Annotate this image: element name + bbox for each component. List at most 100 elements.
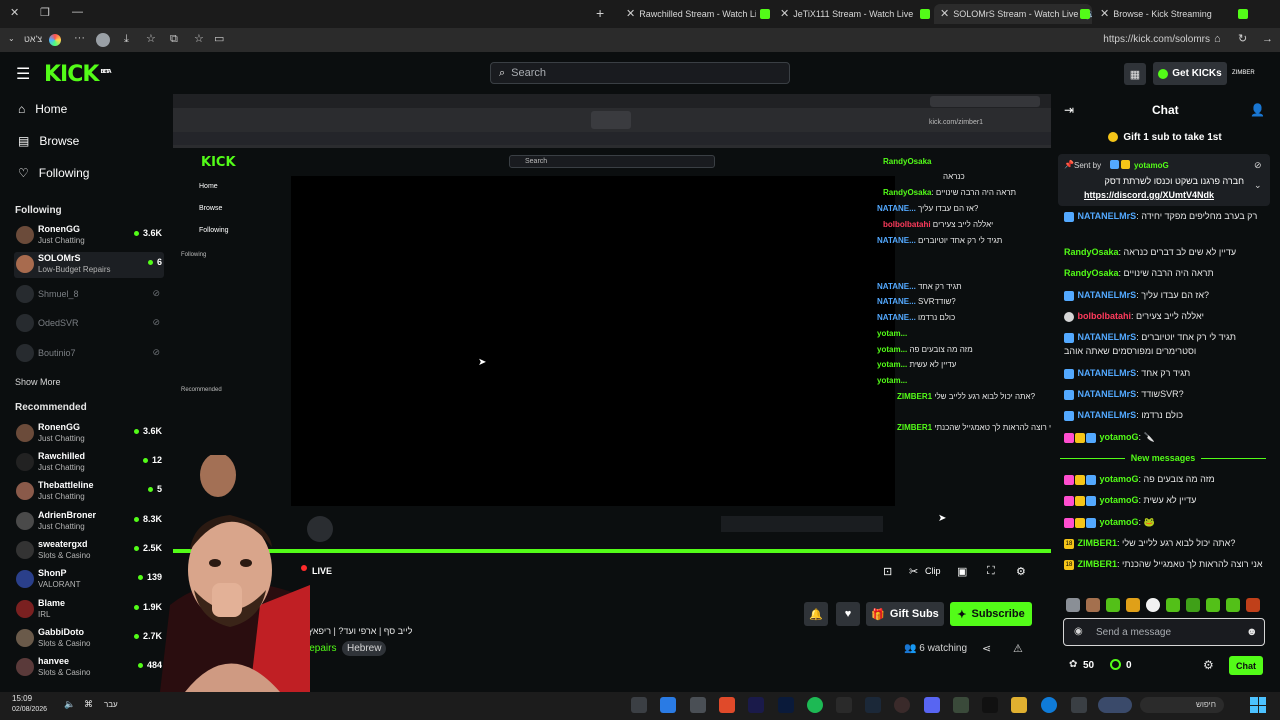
more-icon[interactable]: ··· [74,33,85,44]
task-view-icon[interactable] [1071,697,1087,713]
collapse-chat-icon[interactable]: ⇥ [1064,103,1074,117]
new-messages-divider[interactable]: New messages [1060,451,1267,465]
nav-following[interactable]: ♡ Following [18,166,89,180]
channel-item[interactable]: ShonP VALORANT 139 [14,567,164,593]
clock-time[interactable]: 15:09 [12,694,32,703]
restore-window-icon[interactable]: ❐ [40,8,50,19]
channel-item[interactable]: sweatergxd Slots & Casino 2.5K [14,538,164,564]
share-icon[interactable]: ⋖ [982,642,991,655]
channel-item[interactable]: Rawchilled Just Chatting 12 [14,450,164,476]
nav-browse[interactable]: ▤ Browse [18,134,79,148]
favorites-icon[interactable]: ☆ [146,34,156,45]
channel-points-icon[interactable]: ✿ [1069,659,1077,670]
close-window-icon[interactable]: ✕ [10,8,19,19]
taskbar-search[interactable]: חיפוש [1140,697,1224,713]
channel-item[interactable]: Thebattleline Just Chatting 5 [14,479,164,505]
gift-subs-button[interactable]: 🎁 Gift Subs [866,602,944,626]
nav-home[interactable]: ⌂ Home [18,102,67,116]
emote-icon[interactable] [1226,598,1240,612]
unpin-icon[interactable]: ⊘ [1254,160,1262,171]
tiktok-icon[interactable] [982,697,998,713]
channel-item[interactable]: AdrienBroner Just Chatting 8.3K [14,509,164,535]
premiere-icon[interactable] [748,697,764,713]
emote-icon[interactable] [1066,598,1080,612]
channel-item[interactable]: hanvee Slots & Casino 484 [14,655,164,681]
new-tab-icon[interactable]: + [596,6,604,20]
dashboard-icon[interactable]: ▦ [1124,63,1146,85]
windows-start-icon[interactable] [1250,697,1266,713]
user-avatar[interactable]: ZIMBER [1232,70,1255,76]
copilot-icon[interactable] [49,34,61,46]
emoji-icon[interactable]: ☻ [1246,626,1258,638]
app-icon[interactable] [894,697,910,713]
steam-icon[interactable] [865,697,881,713]
clip-button[interactable]: Clip [925,566,941,576]
pip-icon[interactable]: ▣ [957,565,967,578]
tab-rawchilled[interactable]: ✕ Rawchilled Stream - Watch Live or [620,4,756,24]
tab-close-icon[interactable]: ✕ [626,8,635,20]
forward-icon[interactable]: → [1262,34,1273,45]
epic-games-icon[interactable] [836,697,852,713]
chevron-down-icon[interactable]: ⌄ [8,35,15,43]
tab-close-icon[interactable]: ✕ [780,8,789,20]
reading-icon[interactable]: ▭ [214,34,224,45]
chevron-down-icon[interactable]: ⌄ [1254,180,1262,191]
discord-link[interactable]: https://discord.gg/XUmtV4Ndk [1084,190,1214,200]
emote-icon[interactable] [1186,598,1200,612]
emote-icon[interactable] [1246,598,1260,612]
tab-browse[interactable]: ✕ Browse - Kick Streaming [1094,4,1234,24]
theater-mode-icon[interactable]: ⊡ [883,565,892,578]
channel-item[interactable]: GabbiDoto Slots & Casino 2.7K [14,626,164,652]
profile-avatar[interactable] [96,33,110,47]
channel-item[interactable]: RonenGG Just Chatting 3.6K [14,421,164,447]
channel-item-offline[interactable]: Shmuel_8 ⊘ [14,282,164,308]
minimize-window-icon[interactable]: — [72,7,83,18]
chat-users-icon[interactable]: 👤 [1250,103,1265,117]
report-icon[interactable]: ⚠ [1013,642,1023,655]
tab-close-icon[interactable]: ✕ [940,8,949,20]
search-input[interactable]: ⌕ Search [490,62,790,84]
emote-icon[interactable] [1126,598,1140,612]
speaker-icon[interactable]: 🔈 [64,699,75,710]
kick-logo[interactable]: KICK BETA [44,62,112,87]
channel-item[interactable]: Blame IRL 1.9K [14,597,164,623]
widgets-icon[interactable] [1098,697,1132,713]
chat-settings-icon[interactable]: ⚙ [1203,658,1214,672]
language-indicator[interactable]: עבר [104,700,118,709]
channel-item-offline[interactable]: OdedSVR ⊘ [14,311,164,337]
send-chat-button[interactable]: Chat [1229,656,1263,675]
tab-solomrs[interactable]: ✕ SOLOMrS Stream - Watch Live 🔈 [934,4,1092,24]
chat-input[interactable]: ◉ Send a message ☻ [1063,618,1265,646]
emote-icon[interactable] [1106,598,1120,612]
menu-icon[interactable]: ☰ [16,64,30,84]
pinned-message[interactable]: 📌 Sent by yotamoG חברה פרגנו בשקט וכנסו … [1058,154,1270,206]
settings-app-icon[interactable] [631,697,647,713]
emote-icon[interactable] [1166,598,1180,612]
get-kicks-button[interactable]: Get KICKs [1153,62,1227,85]
settings-icon[interactable]: ⚙ [1016,565,1026,578]
refresh-icon[interactable]: ↻ [1238,34,1247,45]
emote-icon[interactable] [1206,598,1220,612]
kicks-icon[interactable] [1110,659,1121,670]
app-icon[interactable] [953,697,969,713]
emote-icon[interactable] [1146,598,1160,612]
tab-close-icon[interactable]: ✕ [1100,8,1109,20]
clip-icon[interactable]: ✂ [909,565,918,578]
photoshop-icon[interactable] [778,697,794,713]
discord-icon[interactable] [924,697,940,713]
emote-icon[interactable] [1086,598,1100,612]
show-more-link[interactable]: Show More [15,377,61,387]
notifications-button[interactable]: 🔔 [804,602,828,626]
extensions-icon[interactable]: ⧉ [170,34,178,45]
subscribe-button[interactable]: ✦ Subscribe [950,602,1032,626]
file-explorer-icon[interactable] [1011,697,1027,713]
download-icon[interactable]: ⤓ [124,34,129,45]
clock-date[interactable]: 02/08/2026 [12,706,47,713]
language-tag[interactable]: Hebrew [342,641,387,656]
network-icon[interactable]: ⌘ [84,699,93,710]
calculator-icon[interactable] [690,697,706,713]
gift-banner[interactable]: Gift 1 sub to take 1st [1060,128,1270,146]
tab-jetix[interactable]: ✕ JeTiX111 Stream - Watch Live on K [774,4,914,24]
channel-item-offline[interactable]: Boutinio7 ⊘ [14,341,164,367]
follow-button[interactable]: ♥ [836,602,860,626]
